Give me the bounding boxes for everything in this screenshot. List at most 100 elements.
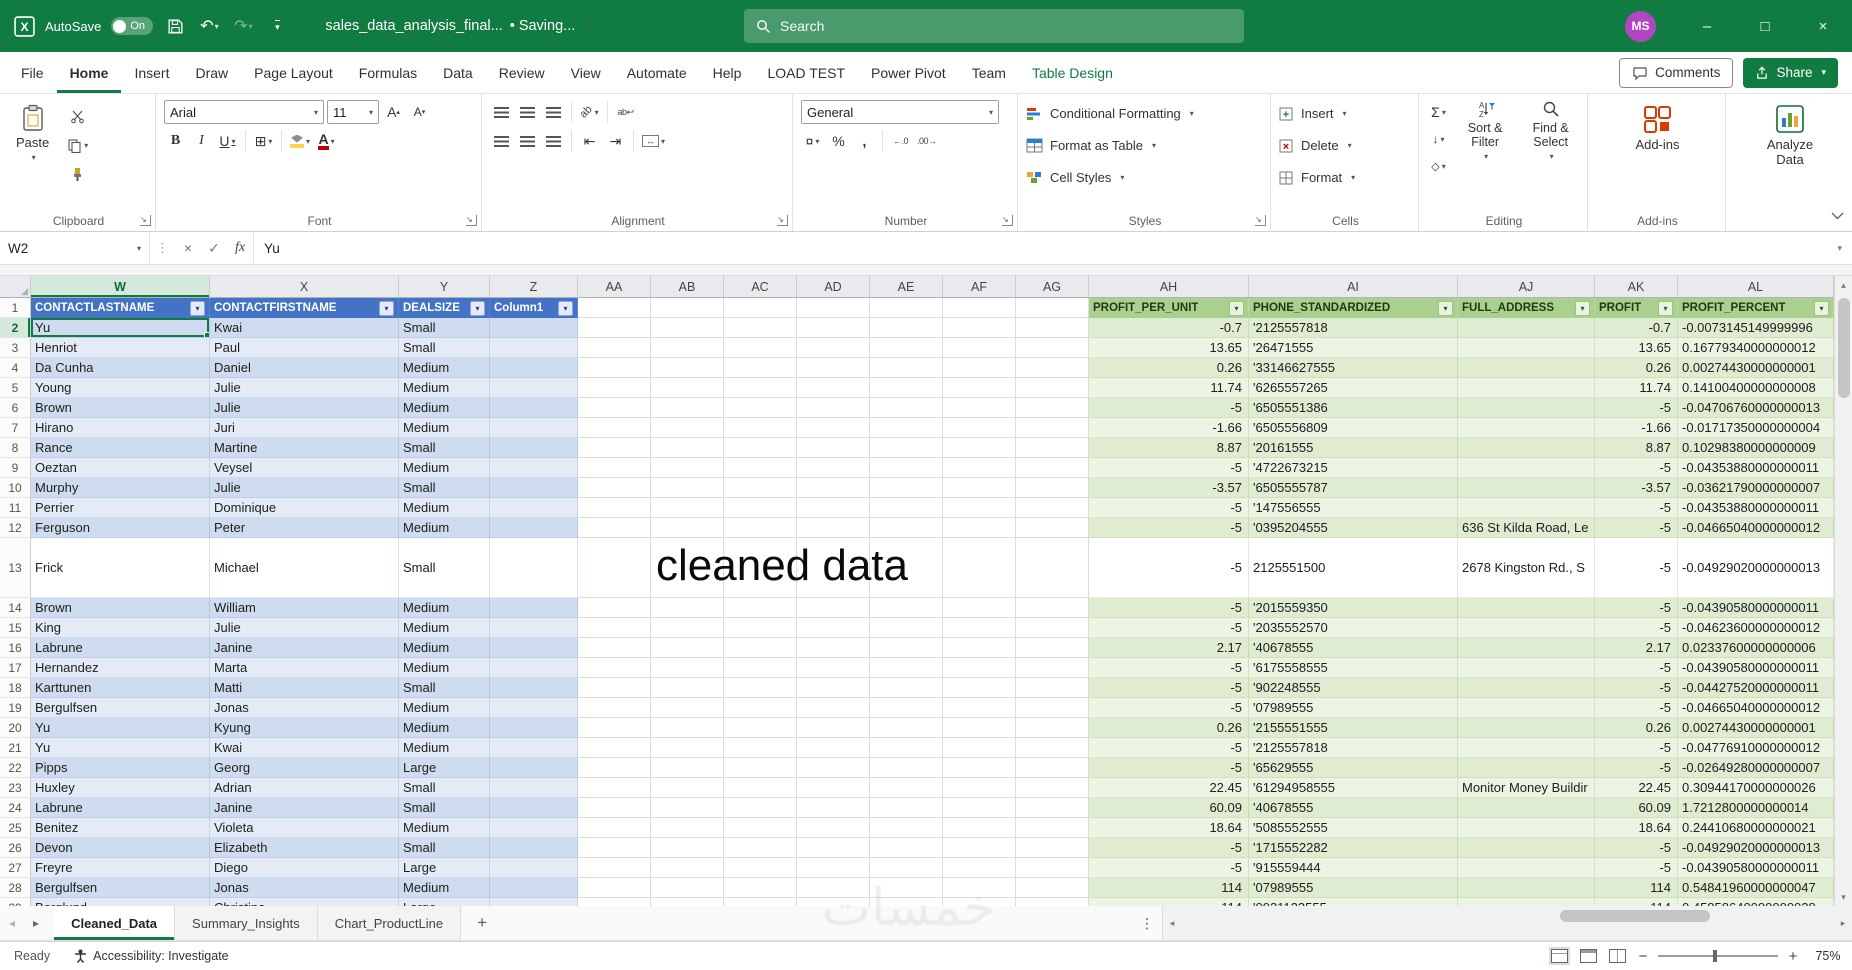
cell-AF8[interactable] — [943, 438, 1016, 458]
cell-AK17[interactable]: -5 — [1595, 658, 1678, 678]
cell-AK28[interactable]: 114 — [1595, 878, 1678, 898]
cell-AL16[interactable]: 0.02337600000000006 — [1678, 638, 1834, 658]
cell-AD21[interactable] — [797, 738, 870, 758]
cell-AF4[interactable] — [943, 358, 1016, 378]
cell-Y19[interactable]: Medium — [399, 698, 490, 718]
cell-AG10[interactable] — [1016, 478, 1089, 498]
cell-AG17[interactable] — [1016, 658, 1089, 678]
cell-AH21[interactable]: -5 — [1089, 738, 1249, 758]
row-header-17[interactable]: 17 — [0, 658, 31, 678]
cell-AK15[interactable]: -5 — [1595, 618, 1678, 638]
cell-AI19[interactable]: '07989555 — [1249, 698, 1458, 718]
cell-AF15[interactable] — [943, 618, 1016, 638]
cell-W28[interactable]: Bergulfsen — [31, 878, 210, 898]
cell-AE8[interactable] — [870, 438, 943, 458]
cell-AC29[interactable] — [724, 898, 797, 906]
cell-AC27[interactable] — [724, 858, 797, 878]
cell-X4[interactable]: Daniel — [210, 358, 399, 378]
cell-AD12[interactable] — [797, 518, 870, 538]
ribbon-tab-page-layout[interactable]: Page Layout — [241, 52, 346, 93]
ribbon-tab-insert[interactable]: Insert — [121, 52, 182, 93]
cell-AI9[interactable]: '4722673215 — [1249, 458, 1458, 478]
cell-Z12[interactable] — [490, 518, 578, 538]
cell-AG24[interactable] — [1016, 798, 1089, 818]
cell-AE27[interactable] — [870, 858, 943, 878]
clipboard-dialog-launcher-icon[interactable]: ↘ — [140, 215, 151, 226]
excel-logo-icon[interactable]: X — [14, 15, 35, 37]
cell-AI11[interactable]: '147556555 — [1249, 498, 1458, 518]
cell-AB10[interactable] — [651, 478, 724, 498]
row-header-23[interactable]: 23 — [0, 778, 31, 798]
cell-AG29[interactable] — [1016, 898, 1089, 906]
cell-AL27[interactable]: -0.04390580000000011 — [1678, 858, 1834, 878]
cell-Y4[interactable]: Medium — [399, 358, 490, 378]
autosum-button[interactable]: Σ ▾ — [1427, 100, 1450, 124]
cell-AL2[interactable]: -0.0073145149999996 — [1678, 318, 1834, 338]
decrease-font-size-button[interactable]: A ▾ — [408, 100, 431, 124]
cell-AD25[interactable] — [797, 818, 870, 838]
cell-AG23[interactable] — [1016, 778, 1089, 798]
cell-AK25[interactable]: 18.64 — [1595, 818, 1678, 838]
document-title[interactable]: sales_data_analysis_final... • Saving...… — [325, 18, 588, 34]
cell-AA17[interactable] — [578, 658, 651, 678]
cell-AK11[interactable]: -5 — [1595, 498, 1678, 518]
close-button[interactable]: × — [1794, 0, 1852, 52]
cell-AG27[interactable] — [1016, 858, 1089, 878]
cell-W2[interactable]: Yu — [31, 318, 210, 338]
cell-AD22[interactable] — [797, 758, 870, 778]
undo-icon[interactable]: ↶ ▾ — [197, 13, 221, 39]
cell-AG6[interactable] — [1016, 398, 1089, 418]
styles-dialog-launcher-icon[interactable]: ↘ — [1255, 215, 1266, 226]
scroll-up-icon[interactable]: ▴ — [1835, 276, 1852, 294]
cell-AI27[interactable]: '915559444 — [1249, 858, 1458, 878]
analyze-data-button[interactable]: Analyze Data — [1744, 100, 1836, 171]
cell-AB3[interactable] — [651, 338, 724, 358]
cell-AE13[interactable] — [870, 538, 943, 598]
cell-AH23[interactable]: 22.45 — [1089, 778, 1249, 798]
cell-AI4[interactable]: '33146627555 — [1249, 358, 1458, 378]
cell-AC6[interactable] — [724, 398, 797, 418]
cell-AD23[interactable] — [797, 778, 870, 798]
cell-AL1[interactable]: PROFIT_PERCENT ▾ — [1678, 298, 1834, 318]
cell-Z28[interactable] — [490, 878, 578, 898]
cell-Y23[interactable]: Small — [399, 778, 490, 798]
cell-AA12[interactable] — [578, 518, 651, 538]
cell-AA23[interactable] — [578, 778, 651, 798]
filter-dropdown-icon[interactable]: ▾ — [1575, 300, 1590, 316]
cell-AF13[interactable] — [943, 538, 1016, 598]
vertical-scrollbar[interactable]: ▴ ▾ — [1834, 276, 1852, 906]
cell-AL10[interactable]: -0.03621790000000007 — [1678, 478, 1834, 498]
cell-X28[interactable]: Jonas — [210, 878, 399, 898]
cell-X7[interactable]: Juri — [210, 418, 399, 438]
cell-AD24[interactable] — [797, 798, 870, 818]
cell-AE28[interactable] — [870, 878, 943, 898]
cell-AD19[interactable] — [797, 698, 870, 718]
cell-AJ8[interactable] — [1458, 438, 1595, 458]
cell-AH10[interactable]: -3.57 — [1089, 478, 1249, 498]
row-header-8[interactable]: 8 — [0, 438, 31, 458]
cell-X10[interactable]: Julie — [210, 478, 399, 498]
cell-AA29[interactable] — [578, 898, 651, 906]
cell-AE9[interactable] — [870, 458, 943, 478]
cell-W25[interactable]: Benitez — [31, 818, 210, 838]
cell-AI3[interactable]: '26471555 — [1249, 338, 1458, 358]
cell-AA16[interactable] — [578, 638, 651, 658]
ribbon-tab-file[interactable]: File — [8, 52, 57, 93]
ribbon-tab-load-test[interactable]: LOAD TEST — [754, 52, 858, 93]
cell-AH27[interactable]: -5 — [1089, 858, 1249, 878]
column-header-AE[interactable]: AE — [870, 276, 943, 297]
cell-AC20[interactable] — [724, 718, 797, 738]
ribbon-tab-automate[interactable]: Automate — [614, 52, 700, 93]
cell-AK16[interactable]: 2.17 — [1595, 638, 1678, 658]
row-header-11[interactable]: 11 — [0, 498, 31, 518]
scroll-down-icon[interactable]: ▾ — [1835, 888, 1852, 906]
cell-AH19[interactable]: -5 — [1089, 698, 1249, 718]
cell-AI16[interactable]: '40678555 — [1249, 638, 1458, 658]
cell-W29[interactable]: Berglund — [31, 898, 210, 906]
cell-AK23[interactable]: 22.45 — [1595, 778, 1678, 798]
cell-AL5[interactable]: 0.14100400000000008 — [1678, 378, 1834, 398]
cell-AF16[interactable] — [943, 638, 1016, 658]
row-header-27[interactable]: 27 — [0, 858, 31, 878]
cell-AL19[interactable]: -0.04665040000000012 — [1678, 698, 1834, 718]
zoom-slider[interactable] — [1658, 950, 1778, 962]
